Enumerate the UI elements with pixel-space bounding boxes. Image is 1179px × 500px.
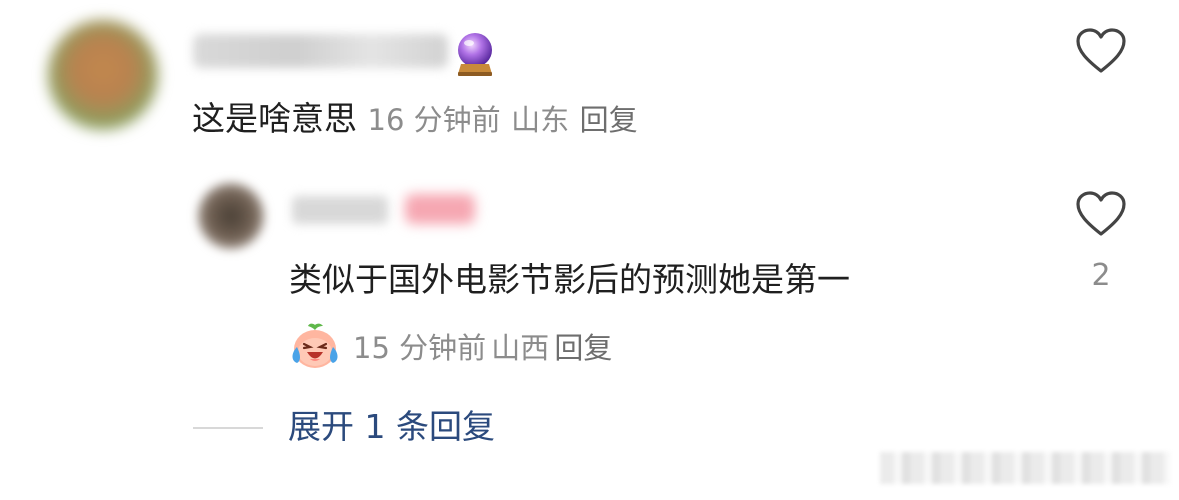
expand-replies-link[interactable]: 展开 1 条回复 xyxy=(288,405,495,449)
reply-text: 类似于国外电影节影后的预测她是第一 xyxy=(289,260,850,299)
avatar[interactable] xyxy=(198,183,264,249)
divider xyxy=(193,427,263,429)
reply-button[interactable]: 回复 xyxy=(554,325,612,367)
username-blurred[interactable] xyxy=(292,196,388,224)
reply-location: 山西 xyxy=(491,331,550,365)
reply-time: 15 分钟前 xyxy=(353,331,487,365)
like-count: 2 xyxy=(1091,258,1111,293)
username-blurred[interactable] xyxy=(193,34,448,68)
reply-button[interactable]: 回复 xyxy=(580,103,638,137)
reply-meta-row: 15 分钟前 山西 回复 xyxy=(289,322,612,370)
laughing-crying-emoji-icon xyxy=(292,323,338,368)
heart-outline-icon[interactable] xyxy=(1075,190,1127,238)
user-badge-blurred xyxy=(405,194,475,224)
comment-row: 这是啥意思 16 分钟前 山东 回复 xyxy=(192,97,638,142)
crystal-ball-icon xyxy=(458,33,492,76)
watermark-blurred xyxy=(880,452,1170,484)
heart-outline-icon[interactable] xyxy=(1075,27,1127,75)
comment-time: 16 分钟前 xyxy=(367,103,501,137)
comment-location: 山东 xyxy=(511,103,570,137)
avatar[interactable] xyxy=(48,20,158,130)
comment-text: 这是啥意思 xyxy=(192,99,357,138)
